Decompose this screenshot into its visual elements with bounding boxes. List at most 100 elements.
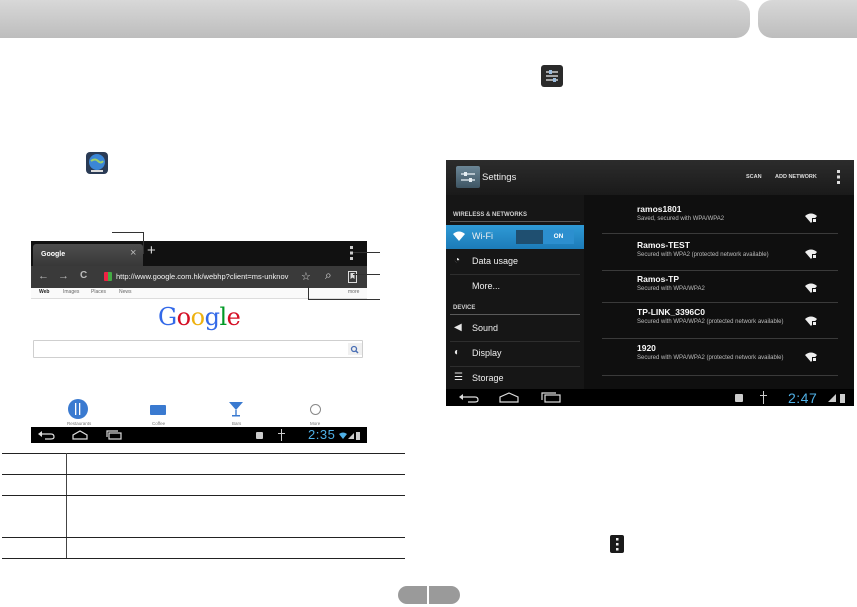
google-logo-letter: G <box>158 303 177 331</box>
settings-item-display[interactable]: ◐ Display <box>446 342 584 366</box>
settings-item-sound[interactable]: ◀ Sound <box>446 317 584 341</box>
menu-icon <box>610 535 624 553</box>
settings-menu-icon[interactable] <box>837 170 840 184</box>
new-tab-icon[interactable]: + <box>147 242 156 259</box>
reload-icon[interactable]: C <box>80 270 87 281</box>
callout-line <box>308 286 309 300</box>
wifi-network-item[interactable]: Ramos-TP Secured with WPA/WPA2 <box>584 270 854 306</box>
signal-battery-icon <box>828 394 845 403</box>
link-places[interactable]: Places <box>91 289 106 295</box>
bookmarks-icon[interactable] <box>348 271 357 283</box>
android-system-bar: 2:35 <box>31 427 367 443</box>
settings-item-label: Display <box>472 348 502 358</box>
settings-item-label: Sound <box>472 323 499 333</box>
browser-tab[interactable]: Google × <box>33 244 143 266</box>
back-nav-icon[interactable] <box>37 430 55 440</box>
description-table <box>2 453 405 559</box>
forward-icon[interactable]: → <box>58 270 69 282</box>
network-name: TP-LINK_3396C0 <box>637 307 706 317</box>
scan-button[interactable]: SCAN <box>746 174 762 180</box>
more-icon[interactable] <box>310 404 321 415</box>
quick-label-restaurants: Restaurants <box>67 421 92 426</box>
sound-icon: ◀ <box>454 322 462 333</box>
recent-apps-icon[interactable] <box>540 392 562 403</box>
home-nav-icon[interactable] <box>71 430 89 440</box>
settings-item-storage[interactable]: ☰ Storage <box>446 367 584 391</box>
bookmark-star-icon[interactable]: ☆ <box>301 270 311 283</box>
back-icon[interactable]: ← <box>38 270 49 282</box>
google-search-input[interactable] <box>33 340 363 358</box>
network-status: Secured with WPA/WPA2 (protected network… <box>637 319 784 325</box>
status-clock: 2:47 <box>788 390 818 406</box>
network-name: 1920 <box>637 343 656 353</box>
wifi-signal-locked-icon <box>805 283 817 293</box>
home-nav-icon[interactable] <box>498 392 520 403</box>
wifi-toggle-on: ON <box>543 230 574 244</box>
wifi-network-item[interactable]: TP-LINK_3396C0 Secured with WPA/WPA2 (pr… <box>584 303 854 339</box>
tab-title: Google <box>41 251 66 258</box>
browser-url-bar: ← → C http://www.google.com.hk/webhp?cli… <box>31 266 367 288</box>
android-system-bar: 2:47 <box>446 389 854 406</box>
section-header-device: DEVICE <box>453 305 476 311</box>
android-debug-icon <box>735 394 743 402</box>
google-logo-letter: o <box>190 303 205 331</box>
wifi-network-item[interactable]: Ramos-TEST Secured with WPA2 (protected … <box>584 236 854 272</box>
usb-icon <box>278 429 285 441</box>
browser-menu-icon[interactable] <box>350 246 353 260</box>
link-images[interactable]: Images <box>63 289 79 295</box>
wifi-network-list: ramos1801 Saved, secured with WPA/WPA2 R… <box>584 195 854 389</box>
google-search-button[interactable] <box>348 343 362 355</box>
google-logo-letter: e <box>226 303 241 331</box>
wifi-signal-locked-icon <box>805 213 817 223</box>
add-network-button[interactable]: ADD NETWORK <box>775 174 817 180</box>
coffee-icon[interactable] <box>150 405 166 415</box>
table-row <box>2 537 405 559</box>
wifi-signal-battery-icon <box>339 432 360 440</box>
url-field[interactable]: http://www.google.com.hk/webhp?client=ms… <box>116 272 288 281</box>
settings-item-data-usage[interactable]: ◔ Data usage <box>446 250 584 274</box>
network-divider <box>602 233 838 234</box>
page-number-divider <box>427 586 429 604</box>
restaurants-icon[interactable] <box>68 399 88 419</box>
callout-line <box>308 299 380 300</box>
table-row <box>2 495 405 538</box>
google-nav-links: Web Images Places News more <box>31 288 367 299</box>
wifi-network-item[interactable]: ramos1801 Saved, secured with WPA/WPA2 <box>584 200 854 236</box>
wifi-icon <box>453 231 465 241</box>
network-status: Saved, secured with WPA/WPA2 <box>637 216 725 222</box>
section-divider <box>450 314 580 315</box>
browser-tab-bar: Google × + <box>31 241 367 266</box>
settings-item-wifi[interactable]: Wi-Fi ON <box>446 225 584 249</box>
settings-icon <box>456 166 480 188</box>
settings-action-bar: Settings SCAN ADD NETWORK <box>446 160 854 196</box>
back-nav-icon[interactable] <box>458 393 480 403</box>
link-more[interactable]: more <box>348 289 359 295</box>
wifi-signal-locked-icon <box>805 352 817 362</box>
link-news[interactable]: News <box>119 289 132 295</box>
section-header-wireless: WIRELESS & NETWORKS <box>453 212 528 218</box>
page-header-bar <box>0 0 750 38</box>
google-logo-letter: o <box>176 303 191 331</box>
search-icon[interactable]: ⌕ <box>325 268 332 283</box>
wifi-signal-locked-icon <box>805 316 817 326</box>
wifi-toggle[interactable]: ON <box>516 230 574 244</box>
bars-icon[interactable] <box>228 401 244 417</box>
network-name: Ramos-TP <box>637 274 680 284</box>
callout-line <box>353 274 380 275</box>
tab-close-icon[interactable]: × <box>130 247 136 259</box>
settings-title: Settings <box>482 172 517 183</box>
settings-item-more[interactable]: More... <box>446 275 584 299</box>
storage-icon: ☰ <box>454 372 463 383</box>
settings-item-label: More... <box>472 281 501 291</box>
settings-app-icon <box>541 65 563 87</box>
quick-label-coffee: Coffee <box>152 421 166 426</box>
network-status: Secured with WPA/WPA2 <box>637 286 705 292</box>
google-logo: Google <box>158 303 241 331</box>
settings-categories: WIRELESS & NETWORKS Wi-Fi ON ◔ Data usag… <box>446 195 584 389</box>
wifi-network-item[interactable]: 1920 Secured with WPA/WPA2 (protected ne… <box>584 339 854 375</box>
android-debug-icon <box>256 432 263 439</box>
link-web[interactable]: Web <box>39 289 49 295</box>
network-divider <box>602 375 838 376</box>
recent-apps-icon[interactable] <box>105 430 123 440</box>
section-divider <box>450 221 580 222</box>
